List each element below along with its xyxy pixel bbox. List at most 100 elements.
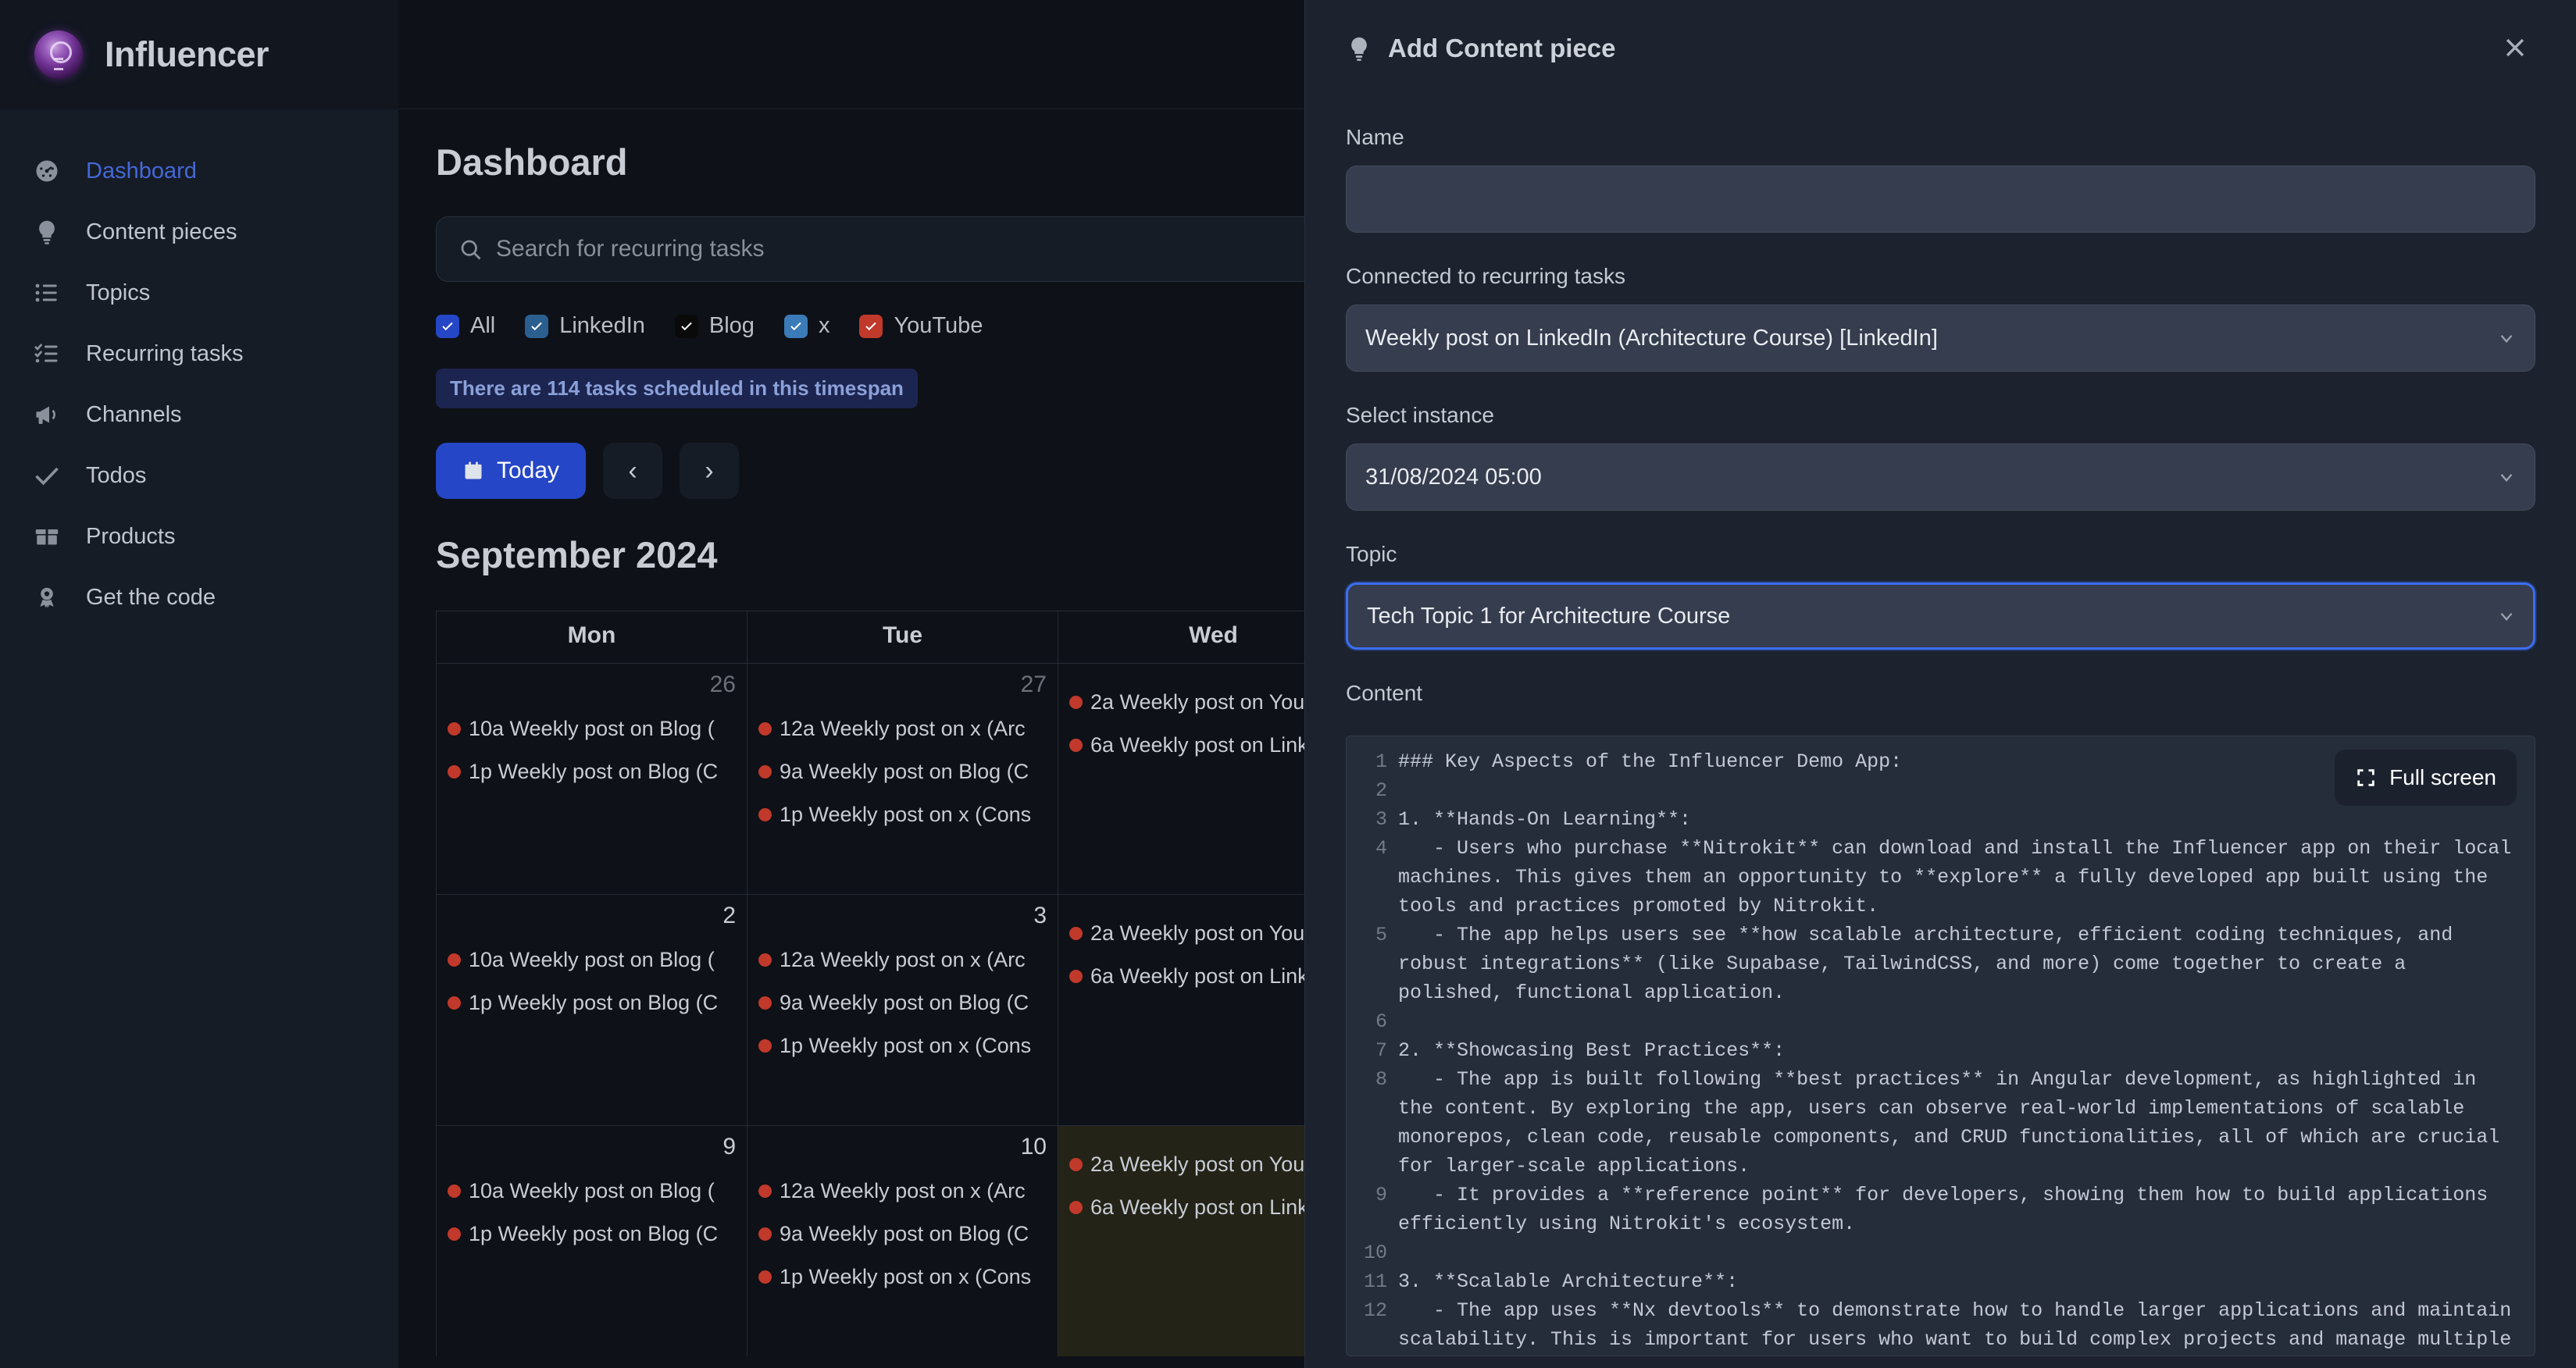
sidebar-item-recurring-tasks[interactable]: Recurring tasks bbox=[0, 323, 398, 384]
calendar-event[interactable]: 9a Weekly post on Blog (C bbox=[758, 991, 1047, 1015]
calendar-day-cell[interactable]: 10 12a Weekly post on x (Arc 9a Weekly pos… bbox=[747, 1125, 1058, 1356]
checkbox-x[interactable] bbox=[783, 314, 808, 338]
filter-x[interactable]: x bbox=[783, 313, 830, 339]
calendar-day-cell[interactable]: 27 12a Weekly post on x (Arc 9a Weekly pos… bbox=[747, 663, 1058, 894]
sidebar-item-get-the-code[interactable]: Get the code bbox=[0, 567, 398, 628]
event-label: 2a Weekly post on YouT bbox=[1090, 1152, 1318, 1176]
calendar-event[interactable]: 1p Weekly post on Blog (C bbox=[448, 991, 736, 1015]
sidebar-item-label: Recurring tasks bbox=[86, 340, 244, 366]
panel-title: Add Content piece bbox=[1388, 34, 1616, 62]
filter-linkedin[interactable]: LinkedIn bbox=[525, 313, 645, 339]
event-label: 1p Weekly post on x (Cons bbox=[780, 1265, 1032, 1288]
calendar-day-cell[interactable]: 2 10a Weekly post on Blog ( 1p Weekly post… bbox=[436, 894, 747, 1125]
checkbox-youtube[interactable] bbox=[859, 314, 883, 338]
sidebar-item-label: Todos bbox=[86, 462, 147, 488]
calendar-day-header: Mon bbox=[436, 611, 747, 663]
calendar-icon bbox=[462, 460, 484, 482]
sidebar-item-channels[interactable]: Channels bbox=[0, 384, 398, 445]
event-dot-icon bbox=[1069, 1158, 1083, 1171]
filter-all[interactable]: All bbox=[436, 313, 495, 339]
calendar-event[interactable]: 1p Weekly post on x (Cons bbox=[758, 803, 1047, 827]
event-label: 12a Weekly post on x (Arc bbox=[780, 948, 1026, 971]
checkbox-blog[interactable] bbox=[674, 314, 698, 338]
event-dot-icon bbox=[448, 765, 461, 778]
calendar-event[interactable]: 9a Weekly post on Blog (C bbox=[758, 1222, 1047, 1246]
editor-line-number: 1 bbox=[1375, 750, 1387, 773]
calendar-day-cell[interactable]: 26 10a Weekly post on Blog (1p Weekly pos… bbox=[436, 663, 747, 894]
check-icon bbox=[31, 460, 62, 491]
content-editor[interactable]: 1 2 3 4 5 6 7 8 9 10 11 12 ### Key Aspects of the I… bbox=[1346, 736, 2535, 1356]
calendar-event[interactable]: 1p Weekly post on x (Cons bbox=[758, 1034, 1047, 1058]
filter-youtube[interactable]: YouTube bbox=[859, 313, 983, 339]
topic-label: Topic bbox=[1346, 542, 1397, 566]
calendar-event[interactable]: 1p Weekly post on Blog (C bbox=[448, 760, 736, 784]
calendar-event[interactable]: 12a Weekly post on x (Arc bbox=[758, 1179, 1047, 1203]
event-label: 9a Weekly post on Blog (C bbox=[780, 760, 1029, 783]
checkbox-linkedin[interactable] bbox=[525, 314, 549, 338]
editor-line-number: 7 bbox=[1375, 1039, 1387, 1062]
brand-title: Influencer bbox=[105, 34, 269, 74]
event-dot-icon bbox=[758, 996, 772, 1010]
calendar-event[interactable]: 12a Weekly post on x (Arc bbox=[758, 948, 1047, 972]
editor-line-number: 6 bbox=[1375, 1010, 1387, 1033]
event-label: 6a Weekly post on Link bbox=[1090, 733, 1308, 757]
event-dot-icon bbox=[1069, 739, 1083, 752]
sidebar-item-todos[interactable]: Todos bbox=[0, 445, 398, 506]
close-panel-button[interactable] bbox=[2495, 28, 2535, 69]
gauge-icon bbox=[31, 155, 62, 187]
event-dot-icon bbox=[1069, 927, 1083, 940]
calendar-event[interactable]: 1p Weekly post on Blog (C bbox=[448, 1222, 736, 1246]
filter-label: Blog bbox=[708, 313, 755, 338]
event-label: 9a Weekly post on Blog (C bbox=[780, 1222, 1029, 1245]
recurring-task-search-placeholder: Search for recurring tasks bbox=[496, 236, 765, 262]
sidebar-item-products[interactable]: Products bbox=[0, 506, 398, 567]
calendar-day-number: 10 bbox=[1020, 1134, 1047, 1160]
sidebar-item-content-pieces[interactable]: Content pieces bbox=[0, 201, 398, 262]
calendar-event[interactable]: 12a Weekly post on x (Arc bbox=[758, 717, 1047, 741]
calendar-day-number: 2 bbox=[722, 903, 736, 928]
filter-blog[interactable]: Blog bbox=[674, 313, 755, 339]
award-icon bbox=[31, 582, 62, 613]
sidebar: Influencer Dashboard Content pieces Topics… bbox=[0, 0, 398, 1368]
calendar-event[interactable]: 9a Weekly post on Blog (C bbox=[758, 760, 1047, 784]
instance-select[interactable]: 31/08/2024 05:00 bbox=[1346, 444, 2535, 511]
status-badge: There are 114 tasks scheduled in this ti… bbox=[436, 369, 918, 408]
editor-line-number: 4 bbox=[1375, 837, 1387, 860]
event-label: 6a Weekly post on Link bbox=[1090, 1195, 1308, 1219]
checklist-icon bbox=[31, 338, 62, 369]
sidebar-item-dashboard[interactable]: Dashboard bbox=[0, 141, 398, 201]
sidebar-item-label: Products bbox=[86, 523, 176, 549]
calendar-day-number: 9 bbox=[722, 1134, 736, 1160]
event-dot-icon bbox=[758, 1185, 772, 1198]
prev-period-button[interactable]: ‹ bbox=[603, 443, 663, 499]
connected-select[interactable]: Weekly post on LinkedIn (Architecture Co… bbox=[1346, 305, 2535, 372]
calendar-event[interactable]: 1p Weekly post on x (Cons bbox=[758, 1265, 1047, 1289]
calendar-day-cell[interactable]: 9 10a Weekly post on Blog ( 1p Weekly post… bbox=[436, 1125, 747, 1356]
event-label: 1p Weekly post on Blog (C bbox=[469, 1222, 719, 1245]
calendar-day-cell[interactable]: 3 12a Weekly post on x (Arc 9a Weekly post… bbox=[747, 894, 1058, 1125]
name-label: Name bbox=[1346, 125, 1404, 149]
event-label: 1p Weekly post on Blog (C bbox=[469, 760, 719, 783]
event-dot-icon bbox=[758, 1227, 772, 1241]
expand-icon bbox=[2355, 767, 2377, 789]
panel-header: Add Content piece bbox=[1346, 28, 2535, 69]
calendar-event[interactable]: 10a Weekly post on Blog ( bbox=[448, 717, 736, 741]
lightbulb-icon bbox=[34, 30, 83, 79]
next-period-button[interactable]: › bbox=[680, 443, 740, 499]
sidebar-item-topics[interactable]: Topics bbox=[0, 262, 398, 323]
name-field-group: Name bbox=[1346, 125, 2535, 233]
topic-select[interactable]: Tech Topic 1 for Architecture Course bbox=[1346, 582, 2535, 650]
connected-label: Connected to recurring tasks bbox=[1346, 264, 1625, 288]
lightbulb-icon bbox=[31, 216, 62, 248]
today-button[interactable]: Today bbox=[436, 443, 587, 499]
filter-label: All bbox=[470, 313, 496, 338]
recurring-task-search-input[interactable]: Search for recurring tasks bbox=[436, 216, 1333, 282]
calendar-event[interactable]: 10a Weekly post on Blog ( bbox=[448, 1179, 736, 1203]
name-input[interactable] bbox=[1346, 166, 2535, 233]
checkbox-all[interactable] bbox=[436, 314, 459, 338]
full-screen-button[interactable]: Full screen bbox=[2335, 750, 2517, 806]
editor-text[interactable]: ### Key Aspects of the Influencer Demo A… bbox=[1398, 747, 2535, 1356]
topic-field-group: Topic Tech Topic 1 for Architecture Cour… bbox=[1346, 542, 2535, 650]
close-icon bbox=[2502, 34, 2528, 63]
calendar-event[interactable]: 10a Weekly post on Blog ( bbox=[448, 948, 736, 972]
